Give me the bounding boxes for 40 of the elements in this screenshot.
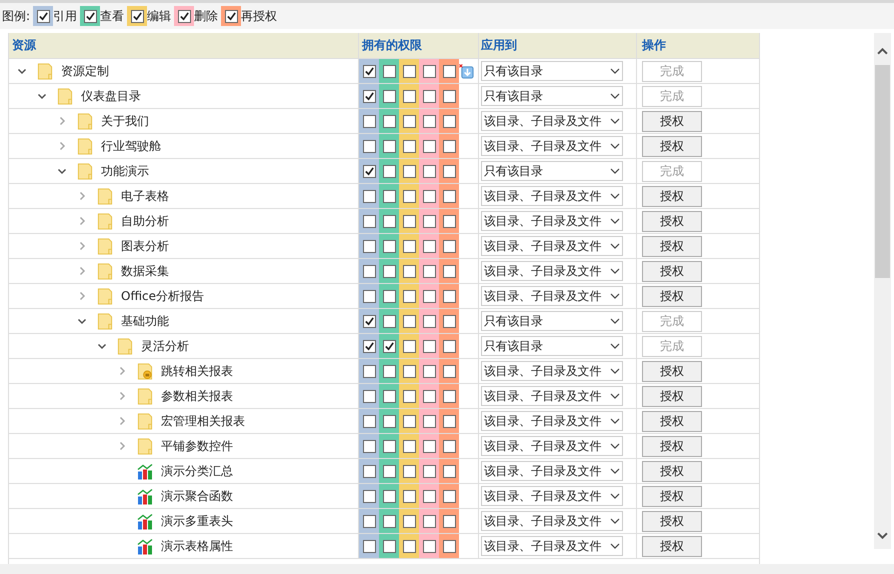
folder-icon [137, 362, 153, 380]
folder-icon [97, 238, 113, 254]
scroll-up-icon[interactable] [877, 48, 888, 55]
legend-label: 引用 [53, 8, 78, 24]
folder-icon [137, 412, 153, 430]
legend-title: 图例: [2, 8, 30, 24]
column-header: 资源 [9, 33, 359, 58]
folder-icon [97, 262, 113, 280]
legend-checkbox[interactable] [130, 10, 144, 22]
folder-icon [137, 388, 153, 404]
folder-icon [77, 162, 93, 180]
folder-icon [77, 112, 93, 130]
column-header: 操作 [640, 37, 667, 54]
folder-icon [77, 138, 93, 154]
import-icon[interactable] [459, 64, 474, 79]
folder-icon [137, 438, 153, 454]
bar-chart-icon [137, 488, 153, 504]
legend-checkbox[interactable] [178, 10, 191, 22]
scrollbar[interactable] [874, 33, 891, 549]
bar-chart-icon [137, 512, 153, 530]
folder-icon [97, 312, 113, 330]
legend-checkbox[interactable] [36, 10, 50, 22]
legend-label: 删除 [194, 8, 218, 24]
folder-icon [57, 88, 73, 104]
folder-icon [97, 212, 113, 230]
folder-icon [37, 62, 53, 80]
scroll-down-icon[interactable] [877, 532, 888, 539]
legend-label: 再授权 [241, 8, 278, 24]
legend-label: 查看 [100, 8, 124, 24]
scrollbar-thumb[interactable] [875, 65, 890, 278]
column-header: 应用到 [479, 33, 637, 58]
folder-icon [97, 188, 113, 204]
legend-checkbox[interactable] [224, 10, 238, 22]
bar-chart-icon [137, 462, 153, 480]
legend-checkbox[interactable] [84, 10, 97, 22]
folder-icon [97, 288, 113, 304]
column-header: 拥有的权限 [359, 33, 479, 58]
legend-label: 编辑 [147, 8, 172, 24]
folder-icon [117, 338, 133, 354]
bar-chart-icon [137, 538, 153, 554]
